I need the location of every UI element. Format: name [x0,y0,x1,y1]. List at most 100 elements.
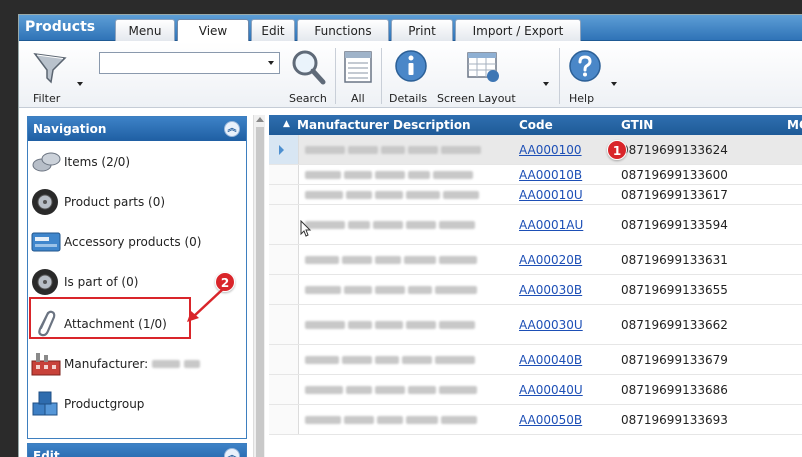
table-row[interactable]: AA00010B 08719699133600 [269,165,802,185]
code-link[interactable]: AA00020B [519,253,582,267]
edit-panel: Edit ︽ [27,443,247,457]
code-link[interactable]: AA00030U [519,318,583,332]
tab-import-export[interactable]: Import / Export [455,19,581,41]
search-label: Search [289,92,327,105]
tab-view[interactable]: View [177,19,249,41]
sort-ascending-icon[interactable]: ▲ [283,119,290,129]
products-grid: ▲ Manufacturer Description Code GTIN MO … [269,115,802,457]
help-question-icon [569,50,601,82]
collapse-edit-button[interactable]: ︽ [224,448,240,457]
tab-label: View [198,23,228,38]
help-dropdown-arrow-icon[interactable] [611,82,617,86]
nav-item-items[interactable]: Items (2/0) [30,147,244,177]
row-selector[interactable] [269,345,299,374]
toolbar-separator [335,48,336,104]
redacted-text [342,356,372,364]
redacted-text [439,321,475,329]
row-selector[interactable] [269,375,299,404]
code-link[interactable]: AA00010B [519,168,582,182]
help-button[interactable] [567,48,603,84]
code-link[interactable]: AA00030B [519,283,582,297]
table-row[interactable]: AA000100 08719699133624 [269,135,802,165]
redacted-text [373,221,403,229]
table-row[interactable]: AA00030U 08719699133662 [269,305,802,345]
redacted-text [344,416,374,424]
redacted-text [404,256,436,264]
redacted-text [406,221,436,229]
toolbar-separator [559,48,560,104]
search-button[interactable] [289,48,329,86]
redacted-text [439,386,477,394]
row-selector[interactable] [269,135,299,164]
redacted-text [305,171,341,179]
grid-header: ▲ Manufacturer Description Code GTIN MO [269,115,802,135]
row-selector[interactable] [269,165,299,184]
accessory-icon [30,227,64,257]
gtin-cell: 08719699133617 [621,187,728,202]
redacted-text [305,286,341,294]
nav-item-label: Items (2/0) [64,155,131,169]
redacted-text [152,360,181,368]
screen-layout-button[interactable] [465,50,503,84]
nav-item-manufacturer[interactable]: Manufacturer: [30,349,244,379]
code-link[interactable]: AA00040B [519,353,582,367]
row-selector[interactable] [269,305,299,344]
table-row[interactable]: AA00030B 08719699133655 [269,275,802,305]
redacted-text [435,356,475,364]
collapse-navigation-button[interactable]: ︽ [224,121,240,137]
row-selector[interactable] [269,245,299,274]
filter-combo-box[interactable] [99,52,280,74]
redacted-text [375,386,405,394]
screen-layout-dropdown-arrow-icon[interactable] [543,82,549,86]
tire-icon [30,187,64,217]
scrollbar-thumb[interactable] [256,127,264,457]
redacted-text [381,146,405,154]
table-row[interactable]: AA00010U 08719699133617 [269,185,802,205]
redacted-text [305,416,341,424]
manufacturer-description-cell [305,413,480,427]
redacted-text [375,171,405,179]
table-row[interactable]: AA0001AU 08719699133594 [269,205,802,245]
tab-label: Edit [261,23,285,38]
scroll-up-arrow-icon[interactable] [256,117,264,122]
redacted-text [375,286,405,294]
table-row[interactable]: AA00020B 08719699133631 [269,245,802,275]
table-row[interactable]: AA00040B 08719699133679 [269,345,802,375]
list-all-icon [344,51,372,83]
tab-functions[interactable]: Functions [297,19,389,41]
redacted-text [348,321,372,329]
tab-menu[interactable]: Menu [115,19,175,41]
code-link[interactable]: AA00040U [519,383,583,397]
redacted-text [402,356,432,364]
column-header-gtin[interactable]: GTIN [621,118,653,132]
tab-print[interactable]: Print [391,19,453,41]
redacted-text [443,191,479,199]
row-selector[interactable] [269,275,299,304]
table-row[interactable]: AA00040U 08719699133686 [269,375,802,405]
details-button[interactable] [393,48,429,84]
row-selector[interactable] [269,205,299,244]
nav-item-product-parts[interactable]: Product parts (0) [30,187,244,217]
nav-item-productgroup[interactable]: Productgroup [30,389,244,419]
redacted-text [408,286,432,294]
code-link[interactable]: AA00010U [519,188,583,202]
all-button[interactable] [343,50,373,84]
code-link[interactable]: AA0001AU [519,218,583,232]
row-selector[interactable] [269,405,299,434]
column-header-manufacturer-description[interactable]: Manufacturer Description [297,118,471,132]
tab-edit[interactable]: Edit [251,19,295,41]
toolbar-separator [381,48,382,104]
magnifier-icon [292,50,326,85]
filter-button[interactable] [31,50,71,86]
nav-item-label: Accessory products (0) [64,235,202,249]
column-header-mo[interactable]: MO [787,118,802,132]
redacted-text [305,356,339,364]
row-selector[interactable] [269,185,299,204]
table-row[interactable]: AA00050B 08719699133693 [269,405,802,435]
nav-item-accessory-products[interactable]: Accessory products (0) [30,227,244,257]
code-link[interactable]: AA000100 [519,143,582,157]
navigation-scrollbar[interactable] [253,115,265,457]
column-header-code[interactable]: Code [519,118,553,132]
filter-dropdown-arrow-icon[interactable] [77,82,83,86]
code-link[interactable]: AA00050B [519,413,582,427]
